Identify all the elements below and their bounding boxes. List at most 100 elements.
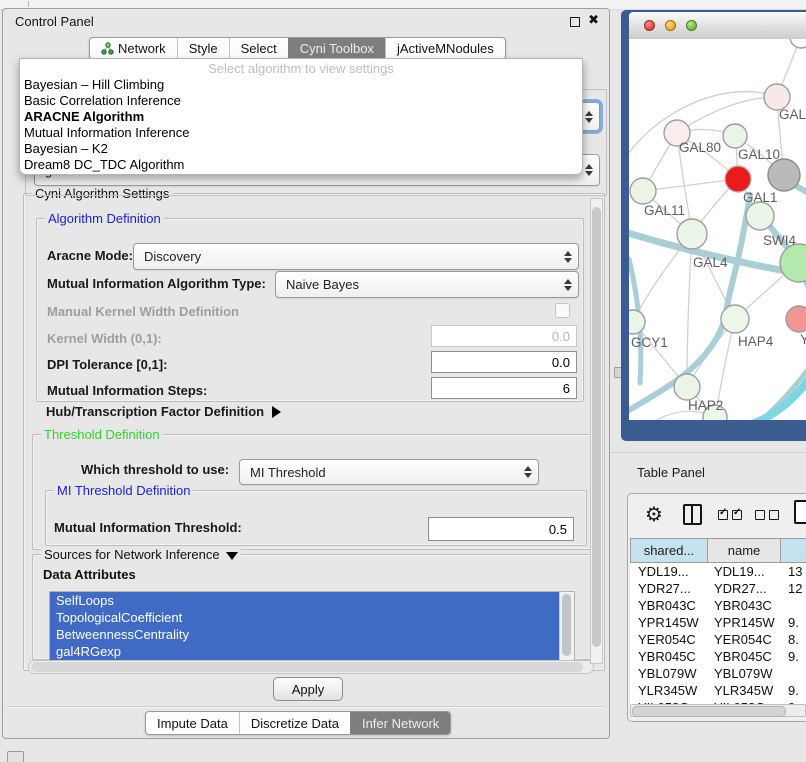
table-row[interactable]: YBL079WYBL079W: [630, 665, 806, 682]
algorithm-list-item[interactable]: Bayesian – Hill Climbing: [20, 77, 582, 93]
network-node[interactable]: [630, 178, 656, 204]
network-window-titlebar[interactable]: [629, 12, 806, 40]
network-node[interactable]: [629, 310, 645, 334]
algorithm-list-item[interactable]: Bayesian – K2: [20, 141, 582, 157]
network-node[interactable]: [786, 306, 806, 332]
threshold-definition-group: Threshold Definition Which threshold to …: [32, 434, 596, 550]
minimize-traffic-light-icon[interactable]: [665, 20, 676, 31]
tab-cyni-toolbox[interactable]: Cyni Toolbox: [288, 38, 385, 59]
tab-label: Style: [189, 41, 218, 56]
mi-algorithm-type-combobox[interactable]: Naive Bayes: [275, 271, 579, 298]
table-column-header[interactable]: A: [780, 538, 806, 563]
network-node[interactable]: [746, 202, 774, 230]
vertical-scrollbar[interactable]: [590, 198, 603, 664]
algorithm-list-item[interactable]: ARACNE Algorithm: [20, 109, 582, 125]
kernel-width-field[interactable]: 0.0: [431, 325, 577, 347]
table-row[interactable]: YLR345WYLR345W9.: [630, 682, 806, 699]
network-node-label: GAL4: [693, 255, 728, 270]
which-threshold-combobox[interactable]: MI Threshold: [239, 459, 539, 485]
network-node[interactable]: [725, 166, 751, 192]
gear-icon[interactable]: ⚙: [645, 501, 663, 527]
algorithm-list-item[interactable]: Dream8 DC_TDC Algorithm: [20, 157, 582, 173]
network-node[interactable]: [768, 159, 800, 191]
table-cell: YDR27...: [630, 580, 708, 597]
data-attribute-item[interactable]: BetweennessCentrality: [50, 626, 560, 643]
network-node-label: HAP2: [688, 398, 723, 413]
network-node[interactable]: [723, 124, 747, 148]
collapse-down-icon[interactable]: [226, 552, 238, 560]
which-threshold-value: MI Threshold: [250, 460, 326, 484]
table-cell: YBR045C: [708, 648, 782, 665]
network-node[interactable]: [721, 305, 749, 333]
partial-corner-widget[interactable]: [7, 751, 24, 762]
mi-steps-field[interactable]: 6: [431, 377, 577, 399]
algorithm-list-item[interactable]: Mutual Information Inference: [20, 125, 582, 141]
which-threshold-label: Which threshold to use:: [81, 462, 229, 477]
control-panel-window: Control Panel ✖ NetworkStyleSelectCyni T…: [2, 8, 610, 739]
network-node-label: GCY1: [631, 335, 668, 350]
table-cell: YPR145W: [630, 614, 708, 631]
scrollbar-thumb[interactable]: [592, 207, 601, 647]
manual-kernel-width-checkbox[interactable]: [555, 303, 570, 318]
table-toolbar: ⚙: [628, 494, 806, 537]
sources-title: Sources for Network Inference: [41, 547, 241, 562]
tab-network[interactable]: Network: [90, 38, 177, 59]
deselect-all-columns-button[interactable]: [755, 510, 779, 520]
select-all-columns-button[interactable]: [718, 510, 742, 520]
table-cell: [782, 665, 806, 682]
group-title: MI Threshold Definition: [54, 483, 193, 498]
horizontal-scrollbar[interactable]: [28, 660, 594, 674]
data-attribute-item[interactable]: gal4RGexp: [50, 643, 560, 660]
table-column-header[interactable]: name: [707, 538, 781, 563]
mi-threshold-field[interactable]: 0.5: [428, 517, 574, 541]
table-horizontal-scrollbar[interactable]: [630, 704, 806, 717]
hub-transcription-expander[interactable]: Hub/Transcription Factor Definition: [46, 404, 281, 419]
tab-style[interactable]: Style: [177, 38, 229, 59]
apply-button[interactable]: Apply: [273, 677, 343, 701]
tab-impute-data[interactable]: Impute Data: [146, 712, 239, 734]
table-row[interactable]: YBR043CYBR043C: [630, 597, 806, 614]
scrollbar-thumb[interactable]: [31, 662, 583, 672]
table-row[interactable]: YDL19...YDL19...13: [630, 563, 806, 580]
table-row[interactable]: YDR27...YDR27...12: [630, 580, 806, 597]
table-row[interactable]: YBR045CYBR045C9.: [630, 648, 806, 665]
table-panel: ⚙ shared...nameA YDL19...YDL19...13YDR27…: [627, 493, 806, 722]
algorithm-list-item[interactable]: Basic Correlation Inference: [20, 93, 582, 109]
data-attribute-item[interactable]: TopologicalCoefficient: [50, 609, 560, 626]
network-node[interactable]: [780, 244, 806, 282]
sources-title-text: Sources for Network Inference: [44, 547, 220, 562]
list-scrollbar[interactable]: [559, 592, 574, 660]
tab-select[interactable]: Select: [229, 38, 288, 59]
network-node[interactable]: [790, 39, 806, 48]
tab-discretize-data[interactable]: Discretize Data: [239, 712, 350, 734]
mi-threshold-label: Mutual Information Threshold:: [54, 520, 242, 535]
close-icon[interactable]: ✖: [588, 13, 599, 28]
zoom-traffic-light-icon[interactable]: [686, 20, 697, 31]
network-node[interactable]: [674, 374, 700, 400]
tab-label: Cyni Toolbox: [300, 41, 374, 56]
data-attribute-item[interactable]: SelfLoops: [50, 592, 560, 609]
algorithm-list: Bayesian – Hill ClimbingBasic Correlatio…: [20, 77, 582, 173]
aracne-mode-combobox[interactable]: Discovery: [133, 243, 579, 270]
document-icon[interactable]: [794, 500, 806, 524]
network-canvas[interactable]: GALGAL80GAL10GAL1GAL11SWI4GAL4GCY1HAP4YH…: [629, 39, 806, 420]
table-cell: YDL19...: [708, 563, 782, 580]
scrollbar-thumb[interactable]: [562, 594, 571, 656]
dpi-tolerance-field[interactable]: 0.0: [431, 351, 577, 373]
group-title: Algorithm Definition: [45, 211, 164, 226]
columns-icon[interactable]: [683, 504, 702, 525]
tab-jactivemnodules[interactable]: jActiveMNodules: [385, 38, 505, 59]
network-node[interactable]: [677, 219, 707, 249]
cyni-algorithm-settings-group: Cyni Algorithm Settings Algorithm Defini…: [23, 193, 605, 671]
table-row[interactable]: YPR145WYPR145W9.: [630, 614, 806, 631]
scrollbar-thumb[interactable]: [632, 706, 786, 717]
table-column-header[interactable]: shared...: [630, 538, 708, 563]
tab-label: Infer Network: [362, 716, 439, 731]
control-panel-tabbar: Network Style Select Cyni Toolbox jActiveMNo…: [89, 37, 506, 60]
table-row[interactable]: YER054CYER054C8.: [630, 631, 806, 648]
float-window-icon[interactable]: [570, 17, 580, 27]
tab-infer-network[interactable]: Infer Network: [350, 712, 450, 734]
table-panel-header: Table Panel: [610, 452, 806, 493]
table-cell: YDR27...: [708, 580, 782, 597]
close-traffic-light-icon[interactable]: [644, 20, 655, 31]
